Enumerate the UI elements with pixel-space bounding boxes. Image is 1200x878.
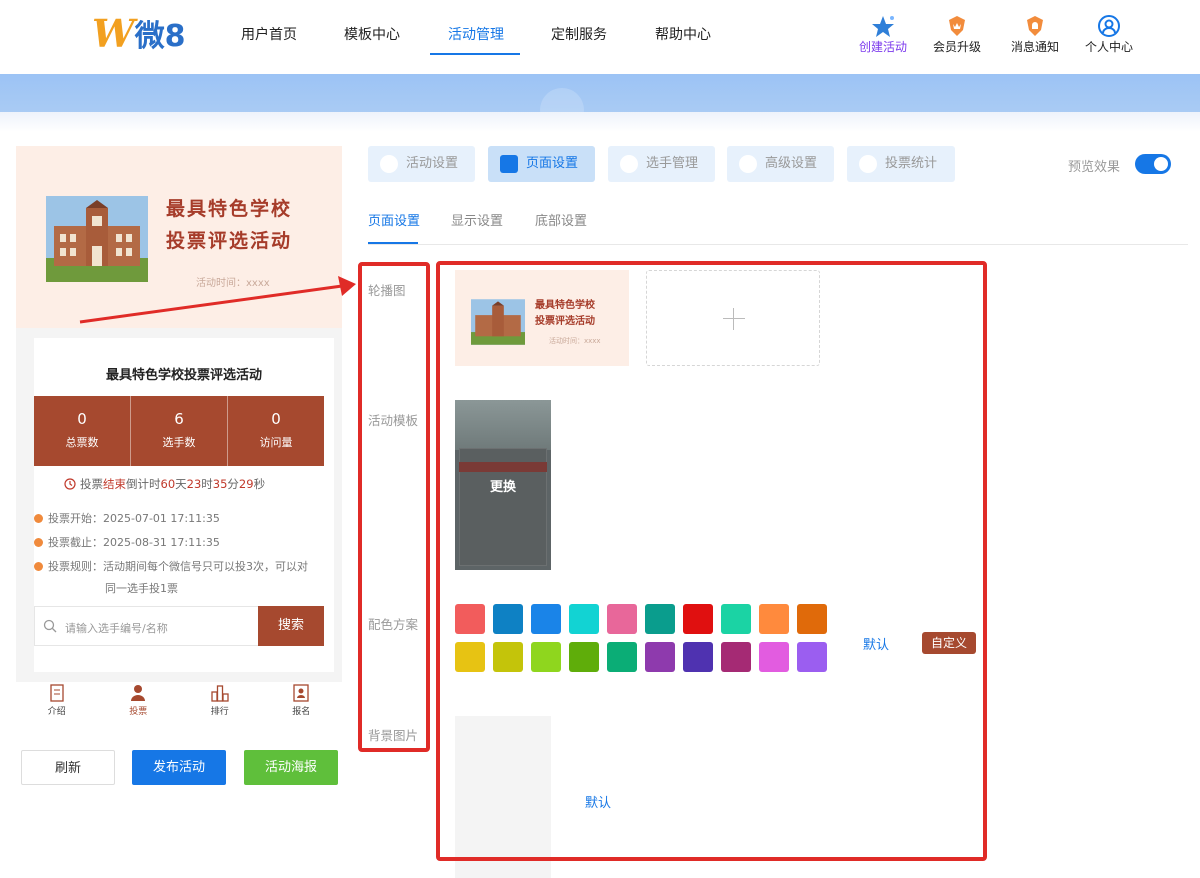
crown-icon — [949, 16, 965, 36]
logo-text: 微8 — [134, 19, 186, 54]
nav-activity-management[interactable]: 活动管理 — [448, 24, 504, 44]
nav-active-underline — [430, 53, 520, 55]
clock-icon — [64, 478, 76, 490]
signup-icon — [293, 684, 309, 702]
create-activity-button[interactable]: 创建活动 — [848, 14, 918, 55]
bell-icon — [1027, 16, 1043, 36]
layout-icon — [500, 155, 518, 173]
stats-icon — [859, 155, 877, 173]
subtab-footer-settings[interactable]: 底部设置 — [535, 210, 587, 229]
poster-title-line1: 最具特色学校 — [166, 198, 293, 220]
vote-end-info: 投票截止：2025-08-31 17:11:35 — [34, 534, 220, 550]
tab-ranking[interactable]: 排行 — [179, 684, 261, 724]
percent-icon — [739, 155, 757, 173]
vote-countdown: 投票结束倒计时60天23时35分29秒 — [64, 476, 265, 492]
top-navigation: W 微8 用户首页 模板中心 活动管理 定制服务 帮助中心 创建活动 会员升级 … — [0, 0, 1200, 74]
member-upgrade-button[interactable]: 会员升级 — [922, 14, 992, 55]
search-icon — [43, 619, 57, 633]
vote-start-info: 投票开始：2025-07-01 17:11:35 — [34, 510, 220, 526]
notifications-label: 消息通知 — [1010, 40, 1059, 54]
poster-title-line2: 投票评选活动 — [166, 230, 293, 252]
nav-help-center[interactable]: 帮助中心 — [655, 24, 711, 44]
annotation-arrow — [79, 276, 356, 324]
search-button[interactable]: 搜索 — [258, 606, 324, 646]
preview-toggle[interactable] — [1135, 154, 1171, 174]
stats-bar: 0 总票数 6 选手数 0 访问量 — [34, 396, 324, 466]
nav-home[interactable]: 用户首页 — [241, 24, 297, 44]
tab-vote[interactable]: 投票 — [98, 684, 180, 724]
vote-rule-info-cont: 同一选手投1票 — [105, 582, 178, 595]
subtab-page-settings[interactable]: 页面设置 — [368, 210, 420, 229]
tab-page-settings[interactable]: 页面设置 — [488, 146, 595, 182]
info-dot-icon — [34, 514, 43, 523]
info-dot-icon — [34, 538, 43, 547]
header-banner — [0, 74, 1200, 132]
subtab-divider — [368, 244, 1188, 245]
tab-contestant-management[interactable]: 选手管理 — [608, 146, 715, 182]
preview-toggle-label: 预览效果 — [1068, 160, 1121, 175]
activity-poster-button[interactable]: 活动海报 — [244, 750, 338, 785]
nav-templates[interactable]: 模板中心 — [344, 24, 400, 44]
personal-center-button[interactable]: 个人中心 — [1074, 14, 1144, 55]
stat-total-votes: 0 总票数 — [34, 396, 131, 466]
info-dot-icon — [34, 562, 43, 571]
refresh-button[interactable]: 刷新 — [21, 750, 115, 785]
preview-tabbar: 介绍 投票 排行 报名 — [16, 684, 342, 724]
logo[interactable]: W 微8 — [92, 10, 186, 56]
search-input[interactable]: 请输入选手编号/名称 — [65, 620, 168, 636]
nav-custom-service[interactable]: 定制服务 — [551, 24, 607, 44]
create-activity-label: 创建活动 — [858, 40, 907, 54]
vote-rule-info: 投票规则：活动期间每个微信号只可以投3次，可以对 — [34, 558, 308, 574]
tab-signup[interactable]: 报名 — [261, 684, 343, 724]
publish-activity-button[interactable]: 发布活动 — [132, 750, 226, 785]
member-upgrade-label: 会员升级 — [932, 40, 981, 54]
bar-chart-icon — [211, 685, 229, 702]
logo-mark: W — [92, 10, 135, 56]
personal-center-label: 个人中心 — [1084, 40, 1133, 54]
subtab-display-settings[interactable]: 显示设置 — [451, 210, 503, 229]
document-icon — [50, 684, 64, 702]
heart-icon — [380, 155, 398, 173]
tab-activity-settings[interactable]: 活动设置 — [368, 146, 475, 182]
activity-card: 最具特色学校投票评选活动 0 总票数 6 选手数 0 访问量 投票结束倒计时60… — [34, 338, 334, 672]
user-icon — [1098, 15, 1120, 37]
highlight-labels-box — [358, 262, 430, 752]
user-icon — [620, 155, 638, 173]
tab-intro[interactable]: 介绍 — [16, 684, 98, 724]
tab-vote-statistics[interactable]: 投票统计 — [847, 146, 955, 182]
mobile-preview: 最具特色学校 投票评选活动 活动时间：xxxx 最具特色学校投票评选活动 0 总… — [16, 146, 342, 682]
stat-contestants: 6 选手数 — [131, 396, 228, 466]
highlight-content-box — [436, 261, 987, 861]
person-icon — [131, 685, 146, 701]
tab-advanced-settings[interactable]: 高级设置 — [727, 146, 834, 182]
stat-visits: 0 访问量 — [259, 410, 293, 449]
activity-title: 最具特色学校投票评选活动 — [105, 368, 262, 383]
contestant-search: 请输入选手编号/名称 搜索 — [34, 606, 324, 646]
notifications-button[interactable]: 消息通知 — [1000, 14, 1070, 55]
star-icon — [872, 16, 894, 37]
